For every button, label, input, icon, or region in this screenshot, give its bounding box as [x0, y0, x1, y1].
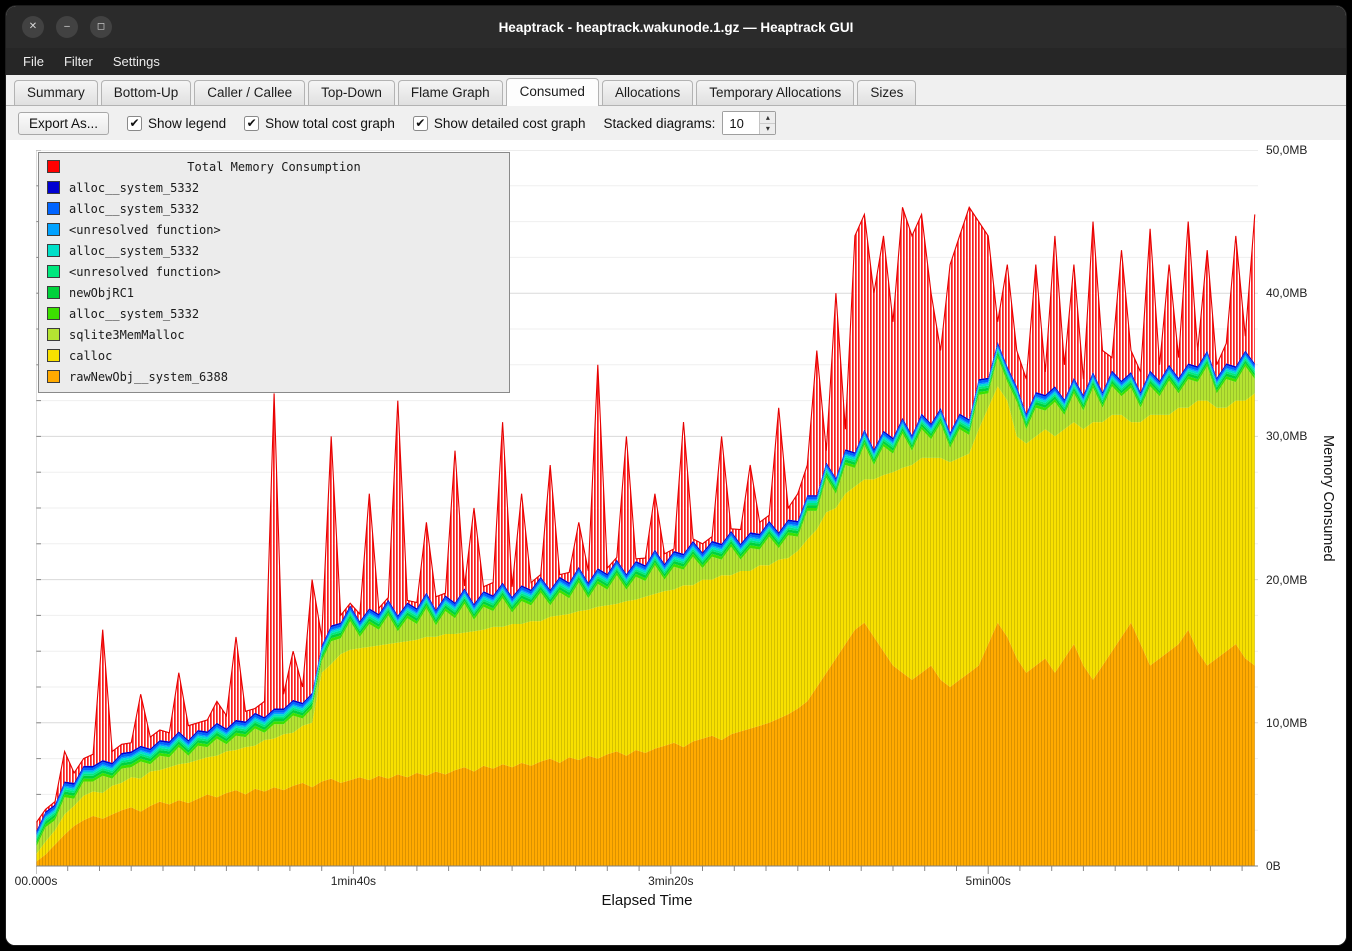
- menu-filter[interactable]: Filter: [55, 51, 102, 72]
- checkbox-box[interactable]: ✔: [413, 116, 428, 131]
- legend-swatch: [47, 265, 60, 278]
- legend-title: Total Memory Consumption: [187, 160, 360, 174]
- x-axis-title: Elapsed Time: [36, 892, 1258, 909]
- menu-file[interactable]: File: [14, 51, 53, 72]
- legend-title-row: Total Memory Consumption: [39, 156, 509, 177]
- checkbox-show-legend[interactable]: ✔ Show legend: [127, 116, 226, 131]
- legend-item-alloc-system-5332: alloc__system_5332: [39, 240, 509, 261]
- legend-item-rawnewobj-system-6388: rawNewObj__system_6388: [39, 366, 509, 387]
- legend-label: alloc__system_5332: [69, 244, 199, 258]
- tab-temporary-allocations[interactable]: Temporary Allocations: [696, 80, 854, 105]
- menu-bar: FileFilterSettings: [6, 48, 1346, 75]
- y-tick-40-0mb: 40,0MB: [1266, 286, 1307, 300]
- legend-label: newObjRC1: [69, 286, 134, 300]
- legend-item-alloc-system-5332: alloc__system_5332: [39, 303, 509, 324]
- window-controls: ✕–◻: [22, 16, 112, 38]
- legend-item-alloc-system-5332: alloc__system_5332: [39, 177, 509, 198]
- tab-bottom-up[interactable]: Bottom-Up: [101, 80, 192, 105]
- legend-label: sqlite3MemMalloc: [69, 328, 185, 342]
- checkbox-show-total-cost-graph[interactable]: ✔ Show total cost graph: [244, 116, 395, 131]
- checkbox-label: Show legend: [148, 116, 226, 131]
- legend-item-calloc: calloc: [39, 345, 509, 366]
- x-tick-1min40s: 1min40s: [308, 874, 398, 888]
- titlebar[interactable]: ✕–◻ Heaptrack - heaptrack.wakunode.1.gz …: [6, 6, 1346, 48]
- x-tick-3min20s: 3min20s: [626, 874, 716, 888]
- legend-label: alloc__system_5332: [69, 181, 199, 195]
- legend-total-swatch: [47, 160, 60, 173]
- legend-label: alloc__system_5332: [69, 202, 199, 216]
- stacked-diagrams-group: Stacked diagrams: ▴ ▾: [604, 111, 777, 135]
- legend-swatch: [47, 349, 60, 362]
- legend-item-unresolved-function: <unresolved function>: [39, 261, 509, 282]
- legend-label: calloc: [69, 349, 112, 363]
- checkbox-show-detailed-cost-graph[interactable]: ✔ Show detailed cost graph: [413, 116, 586, 131]
- y-tick-20-0mb: 20,0MB: [1266, 573, 1307, 587]
- spin-up-button[interactable]: ▴: [760, 112, 775, 124]
- tab-summary[interactable]: Summary: [14, 80, 98, 105]
- chart-area: Total Memory Consumption alloc__system_5…: [6, 140, 1346, 945]
- tab-flame-graph[interactable]: Flame Graph: [398, 80, 503, 105]
- legend-label: rawNewObj__system_6388: [69, 370, 228, 384]
- app-window: ✕–◻ Heaptrack - heaptrack.wakunode.1.gz …: [6, 6, 1346, 945]
- minimize-button[interactable]: –: [56, 16, 78, 38]
- chart-legend: Total Memory Consumption alloc__system_5…: [38, 152, 510, 393]
- tab-consumed[interactable]: Consumed: [506, 78, 599, 106]
- spin-down-button[interactable]: ▾: [760, 124, 775, 135]
- y-tick-10-0mb: 10,0MB: [1266, 716, 1307, 730]
- y-axis-title: Memory Consumed: [1320, 435, 1336, 562]
- legend-label: alloc__system_5332: [69, 307, 199, 321]
- tab-bar: SummaryBottom-UpCaller / CalleeTop-DownF…: [6, 75, 1346, 106]
- legend-item-unresolved-function: <unresolved function>: [39, 219, 509, 240]
- stacked-diagrams-label: Stacked diagrams:: [604, 116, 716, 131]
- checkbox-label: Show total cost graph: [265, 116, 395, 131]
- legend-swatch: [47, 244, 60, 257]
- tab-caller-callee[interactable]: Caller / Callee: [194, 80, 305, 105]
- legend-swatch: [47, 223, 60, 236]
- tab-allocations[interactable]: Allocations: [602, 80, 693, 105]
- legend-swatch: [47, 286, 60, 299]
- y-tick-50-0mb: 50,0MB: [1266, 143, 1307, 157]
- spin-buttons: ▴ ▾: [759, 112, 775, 134]
- legend-swatch: [47, 202, 60, 215]
- legend-label: <unresolved function>: [69, 265, 221, 279]
- menu-settings[interactable]: Settings: [104, 51, 169, 72]
- y-tick-0b: 0B: [1266, 859, 1281, 873]
- legend-swatch: [47, 328, 60, 341]
- tab-sizes[interactable]: Sizes: [857, 80, 916, 105]
- stacked-diagrams-input[interactable]: [723, 112, 759, 134]
- legend-label: <unresolved function>: [69, 223, 221, 237]
- legend-item-newobjrc1: newObjRC1: [39, 282, 509, 303]
- checkbox-box[interactable]: ✔: [244, 116, 259, 131]
- window-title: Heaptrack - heaptrack.wakunode.1.gz — He…: [499, 20, 854, 35]
- checkbox-label: Show detailed cost graph: [434, 116, 586, 131]
- legend-rows: alloc__system_5332 alloc__system_5332 <unr…: [39, 177, 509, 387]
- export-as-button[interactable]: Export As...: [18, 112, 109, 135]
- legend-swatch: [47, 307, 60, 320]
- checkbox-box[interactable]: ✔: [127, 116, 142, 131]
- stacked-diagrams-spinbox[interactable]: ▴ ▾: [722, 111, 776, 135]
- legend-swatch: [47, 370, 60, 383]
- x-tick-5min00s: 5min00s: [943, 874, 1033, 888]
- tab-top-down[interactable]: Top-Down: [308, 80, 395, 105]
- maximize-button[interactable]: ◻: [90, 16, 112, 38]
- legend-item-alloc-system-5332: alloc__system_5332: [39, 198, 509, 219]
- x-tick-00-000s: 00.000s: [6, 874, 81, 888]
- toolbar: Export As... ✔ Show legend ✔ Show total cos…: [6, 106, 1346, 140]
- y-tick-30-0mb: 30,0MB: [1266, 429, 1307, 443]
- legend-swatch: [47, 181, 60, 194]
- legend-item-sqlite3memmalloc: sqlite3MemMalloc: [39, 324, 509, 345]
- toolbar-checkboxes: ✔ Show legend ✔ Show total cost graph ✔ Show …: [127, 116, 586, 131]
- close-button[interactable]: ✕: [22, 16, 44, 38]
